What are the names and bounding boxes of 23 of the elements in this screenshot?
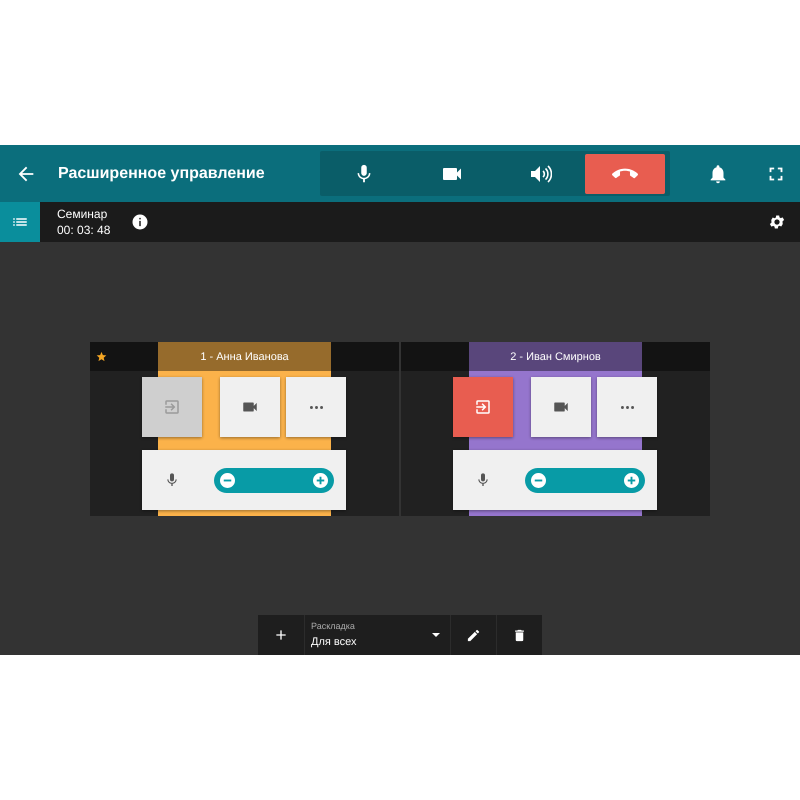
hang-up-button[interactable] — [585, 154, 665, 194]
camera-button[interactable] — [220, 377, 280, 437]
list-menu-button[interactable] — [0, 202, 40, 242]
participant-name: 1 - Анна Иванова — [200, 350, 289, 362]
enter-icon — [163, 398, 181, 416]
pencil-icon — [466, 628, 481, 642]
camera-button[interactable] — [531, 377, 591, 437]
participant-name: 2 - Иван Смирнов — [510, 350, 601, 362]
info-icon[interactable] — [131, 213, 150, 231]
layout-dropdown[interactable]: Раскладка Для всех — [304, 615, 450, 655]
volume-up-button[interactable] — [313, 472, 328, 488]
volume-up-button[interactable] — [624, 472, 639, 488]
trash-icon — [512, 628, 527, 642]
enter-icon — [474, 398, 492, 416]
session-timer: 00: 03: 48 — [57, 222, 110, 238]
caret-icon — [432, 633, 440, 637]
settings-icon[interactable] — [768, 213, 786, 231]
window-title: Расширенное управление — [58, 164, 266, 182]
session-name: Семинар — [57, 206, 108, 222]
volume-down-button[interactable] — [531, 472, 546, 488]
more-icon — [310, 406, 322, 408]
more-icon — [620, 406, 634, 408]
volume-down-button[interactable] — [220, 472, 235, 488]
